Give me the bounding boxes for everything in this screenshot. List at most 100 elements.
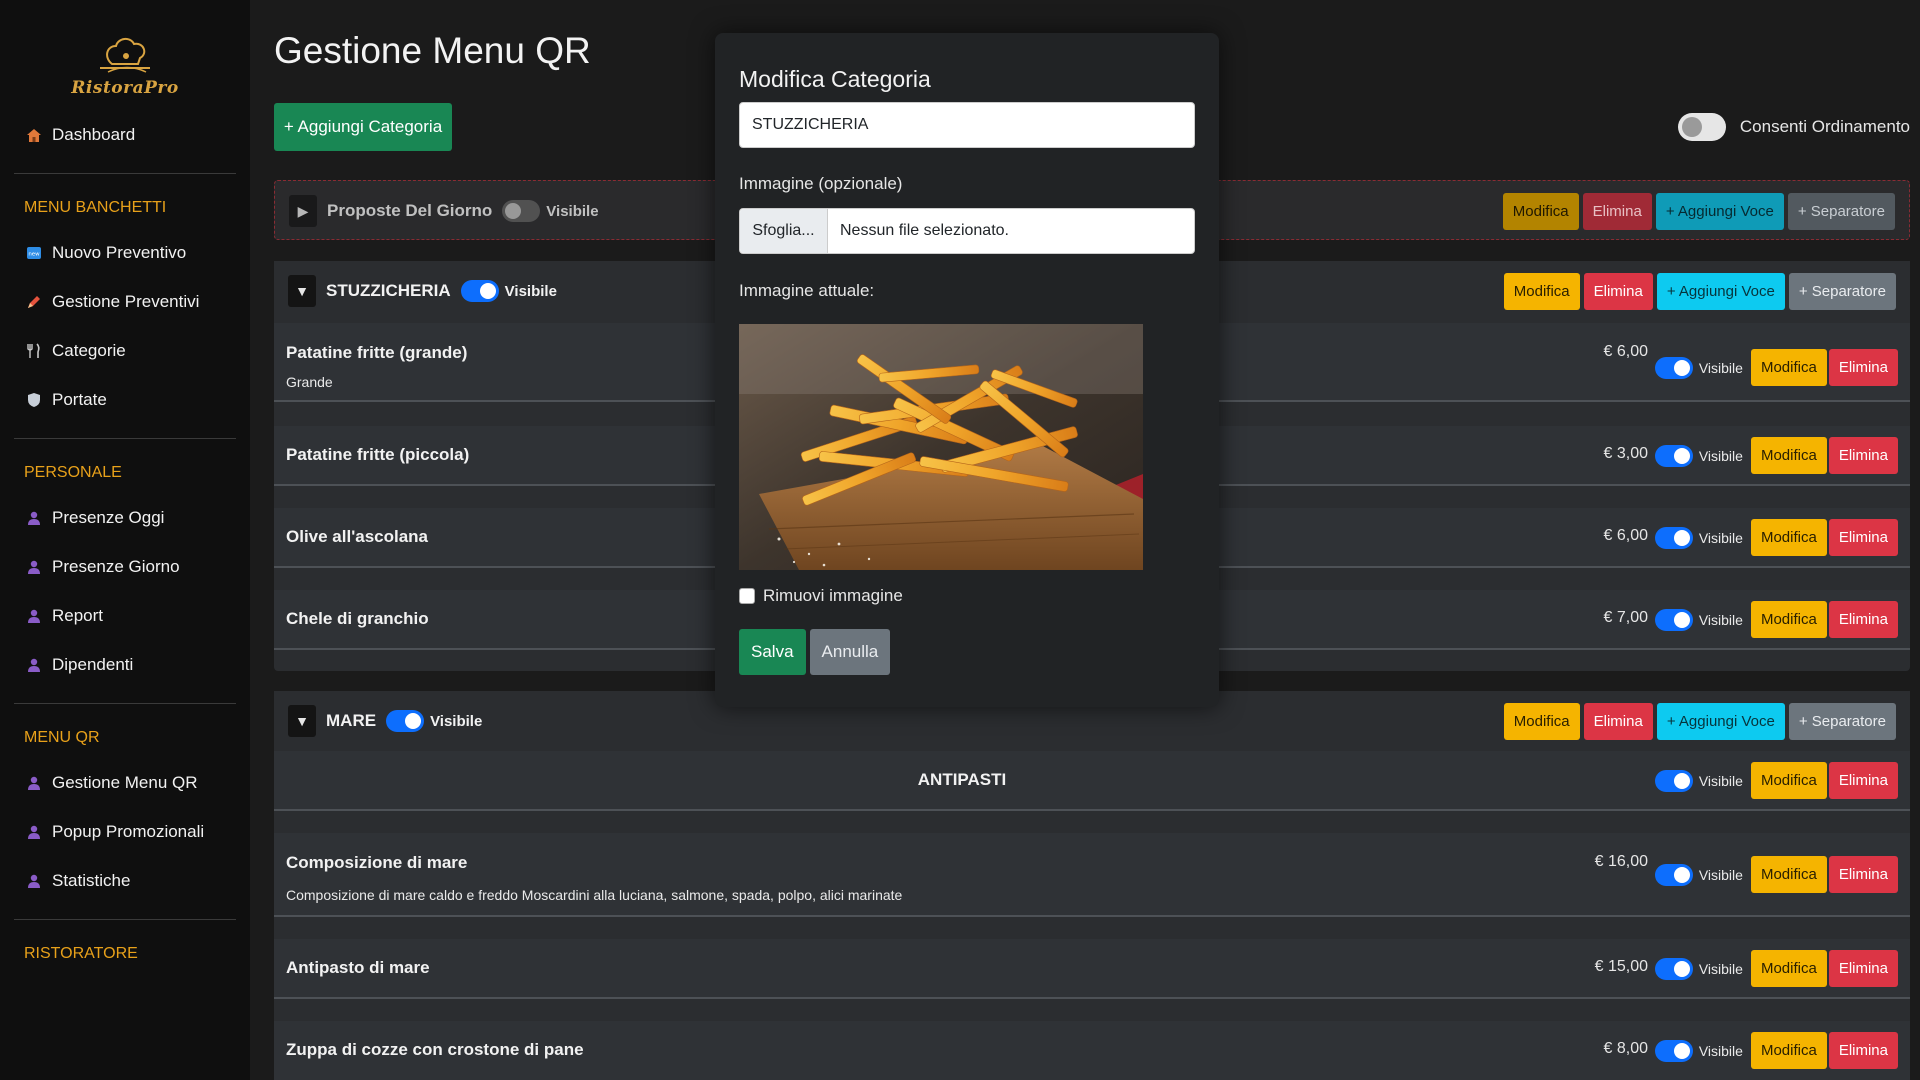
item-actions: Visibile Modifica Elimina — [1654, 950, 1898, 987]
sidebar-item-nuovo-preventivo[interactable]: new Nuovo Preventivo — [0, 228, 250, 277]
sidebar-item-label: Portate — [52, 389, 107, 409]
category-visible-toggle[interactable] — [386, 710, 425, 732]
category-visible-toggle[interactable] — [460, 280, 499, 302]
cancel-button[interactable]: Annulla — [809, 629, 891, 675]
delete-category-button[interactable]: Elimina — [1583, 703, 1653, 740]
brand-logo[interactable]: RistoraPro — [0, 22, 250, 104]
sidebar-item-report[interactable]: Report — [0, 591, 250, 640]
item-price: € 3,00 — [1603, 445, 1648, 462]
item-visible-toggle[interactable] — [1654, 526, 1693, 549]
expand-caret-icon[interactable]: ▶ — [289, 195, 317, 227]
category-name: MARE — [326, 711, 377, 730]
category-name-input[interactable]: STUZZICHERIA — [739, 102, 1195, 148]
remove-image-checkbox[interactable] — [739, 588, 755, 604]
person-icon — [26, 873, 42, 889]
collapse-caret-icon[interactable]: ▼ — [288, 705, 316, 737]
delete-separator-button[interactable]: Elimina — [1828, 762, 1898, 799]
menu-item-row: Composizione di mare Composizione di mar… — [274, 833, 1910, 917]
sidebar-item-label: Popup Promozionali — [52, 821, 205, 841]
sidebar-item-gestione-menu-qr[interactable]: Gestione Menu QR — [0, 758, 250, 807]
delete-item-button[interactable]: Elimina — [1828, 437, 1898, 474]
separator-title: ANTIPASTI — [917, 770, 1007, 789]
sidebar-item-gestione-preventivi[interactable]: Gestione Preventivi — [0, 277, 250, 326]
item-visible-toggle[interactable] — [1654, 863, 1693, 886]
delete-item-button[interactable]: Elimina — [1828, 519, 1898, 556]
add-category-button[interactable]: + Aggiungi Categoria — [274, 103, 452, 151]
sidebar-item-label: Dipendenti — [52, 654, 134, 674]
visible-label: Visibile — [1698, 1042, 1743, 1059]
item-name: Patatine fritte (piccola) — [286, 445, 470, 464]
edit-item-button[interactable]: Modifica — [1750, 349, 1827, 386]
item-name: Patatine fritte (grande) — [286, 343, 468, 362]
delete-category-button[interactable]: Elimina — [1583, 273, 1653, 310]
item-visible-toggle[interactable] — [1654, 1039, 1693, 1062]
item-visible-toggle[interactable] — [1654, 957, 1693, 980]
delete-item-button[interactable]: Elimina — [1828, 601, 1898, 638]
add-separator-button[interactable]: + Separatore — [1788, 703, 1896, 740]
file-name-label: Nessun file selezionato. — [840, 222, 1009, 239]
delete-item-button[interactable]: Elimina — [1828, 856, 1898, 893]
item-name: Chele di granchio — [286, 609, 429, 628]
edit-separator-button[interactable]: Modifica — [1750, 762, 1827, 799]
delete-item-button[interactable]: Elimina — [1828, 950, 1898, 987]
sidebar-item-presenze-oggi[interactable]: Presenze Oggi — [0, 493, 250, 542]
divider — [14, 919, 236, 920]
sidebar-item-categorie[interactable]: Categorie — [0, 326, 250, 375]
add-separator-button[interactable]: + Separatore — [1787, 193, 1895, 230]
edit-item-button[interactable]: Modifica — [1750, 437, 1827, 474]
order-toggle-label: Consenti Ordinamento — [1739, 117, 1910, 136]
fork-knife-icon — [26, 342, 42, 359]
edit-category-button[interactable]: Modifica — [1503, 273, 1580, 310]
order-toggle-switch[interactable] — [1677, 113, 1726, 141]
remove-image-row: Rimuovi immagine — [739, 586, 903, 606]
new-badge-icon: new — [26, 245, 42, 261]
image-file-input[interactable]: Sfoglia... Nessun file selezionato. — [739, 208, 1195, 254]
separator-visible-toggle[interactable] — [1654, 769, 1693, 792]
sidebar-item-popup-promozionali[interactable]: Popup Promozionali — [0, 807, 250, 856]
sidebar-item-label: Gestione Preventivi — [52, 291, 200, 311]
item-actions: Visibile Modifica Elimina — [1654, 519, 1898, 556]
visible-label: Visibile — [1698, 447, 1743, 464]
sidebar-item-portate[interactable]: Portate — [0, 375, 250, 424]
add-separator-button[interactable]: + Separatore — [1788, 273, 1896, 310]
edit-item-button[interactable]: Modifica — [1750, 950, 1827, 987]
edit-item-button[interactable]: Modifica — [1750, 856, 1827, 893]
edit-category-button[interactable]: Modifica — [1503, 703, 1580, 740]
house-icon — [26, 127, 42, 143]
item-visible-toggle[interactable] — [1654, 444, 1693, 467]
visible-label: Visibile — [1698, 960, 1743, 977]
add-item-button[interactable]: + Aggiungi Voce — [1655, 193, 1784, 230]
edit-item-button[interactable]: Modifica — [1750, 519, 1827, 556]
sidebar-item-dipendenti[interactable]: Dipendenti — [0, 640, 250, 689]
divider — [14, 438, 236, 439]
sidebar: RistoraPro Dashboard MENU BANCHETTI new … — [0, 0, 250, 1080]
visible-label: Visibile — [1698, 359, 1743, 376]
save-button[interactable]: Salva — [739, 629, 806, 675]
person-icon — [26, 608, 42, 624]
add-item-button[interactable]: + Aggiungi Voce — [1656, 703, 1785, 740]
delete-category-button[interactable]: Elimina — [1582, 193, 1652, 230]
collapse-caret-icon[interactable]: ▼ — [288, 275, 316, 307]
add-item-button[interactable]: + Aggiungi Voce — [1656, 273, 1785, 310]
category-visible-toggle[interactable] — [502, 200, 541, 222]
browse-button[interactable]: Sfoglia... — [740, 209, 828, 253]
person-icon — [26, 775, 42, 791]
edit-item-button[interactable]: Modifica — [1750, 601, 1827, 638]
category-name: STUZZICHERIA — [326, 281, 451, 300]
delete-item-button[interactable]: Elimina — [1828, 1032, 1898, 1069]
sidebar-item-statistiche[interactable]: Statistiche — [0, 856, 250, 905]
item-visible-toggle[interactable] — [1654, 608, 1693, 631]
item-visible-toggle[interactable] — [1654, 356, 1693, 379]
visible-label: Visibile — [1698, 611, 1743, 628]
brand-name: RistoraPro — [71, 78, 179, 98]
image-label: Immagine (opzionale) — [739, 174, 903, 193]
edit-item-button[interactable]: Modifica — [1750, 1032, 1827, 1069]
sidebar-item-label: Presenze Giorno — [52, 556, 180, 576]
sidebar-item-label: Dashboard — [52, 124, 136, 144]
edit-category-button[interactable]: Modifica — [1502, 193, 1579, 230]
sidebar-item-dashboard[interactable]: Dashboard — [0, 110, 250, 159]
divider — [14, 173, 236, 174]
delete-item-button[interactable]: Elimina — [1828, 349, 1898, 386]
edit-category-modal: Modifica Categoria STUZZICHERIA Immagine… — [715, 33, 1219, 707]
sidebar-item-presenze-giorno[interactable]: Presenze Giorno — [0, 542, 250, 591]
